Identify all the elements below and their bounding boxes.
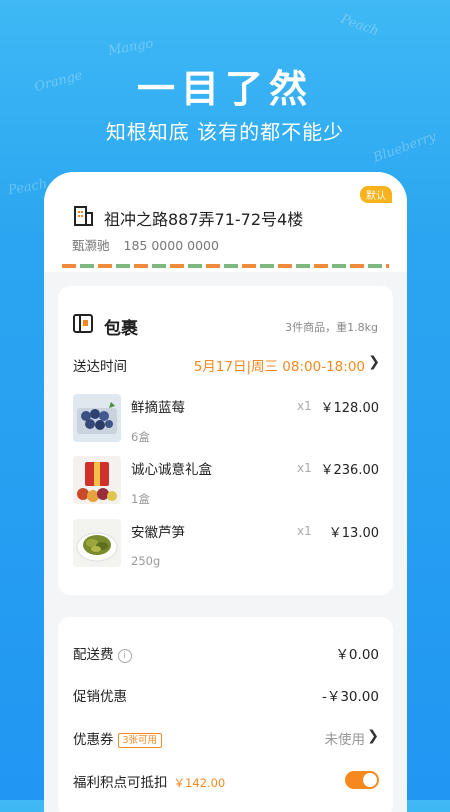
- blueberry-thumbnail: [73, 394, 121, 442]
- item-price: ￥236.00: [320, 463, 380, 478]
- item-spec: 6盒: [131, 430, 150, 444]
- chevron-right-icon[interactable]: ❯: [367, 728, 379, 744]
- package-title: 包裹: [104, 319, 138, 339]
- list-item[interactable]: 安徽芦笋 250g x1 ￥13.00: [73, 519, 379, 571]
- contact-name: 甄灏驰: [72, 238, 110, 253]
- delivery-time[interactable]: 5月17日|周三 08:00-18:00: [194, 355, 365, 375]
- bg-word: Peach: [338, 11, 381, 40]
- fee-card: 配送费 i ￥0.00 促销优惠 -￥30.00 优惠券 3张可用 未使用 ❯ 福利…: [58, 617, 393, 812]
- address-contact: 甄灏驰 185 0000 0000: [72, 235, 229, 254]
- building-icon: [74, 206, 93, 226]
- item-qty: x1: [297, 524, 312, 538]
- address-line: 祖冲之路887弄71-72号4楼: [104, 210, 304, 229]
- coupon-label: 优惠券: [73, 732, 114, 748]
- coupon-value: 未使用: [324, 732, 366, 748]
- coupon-row[interactable]: 优惠券 3张可用 未使用 ❯: [73, 728, 379, 748]
- points-value: ￥142.00: [173, 776, 226, 790]
- item-qty: x1: [297, 399, 312, 413]
- package-icon: [73, 314, 93, 333]
- list-item[interactable]: 鲜摘蓝莓 6盒 x1 ￥128.00: [73, 394, 379, 446]
- item-name: 鲜摘蓝莓: [131, 400, 185, 416]
- points-toggle[interactable]: [345, 771, 379, 789]
- package-card: 包裹 3件商品，重1.8kg 送达时间 5月17日|周三 08:00-18:00…: [58, 286, 393, 595]
- hero-title: 一目了然: [136, 67, 313, 111]
- package-summary: 3件商品，重1.8kg: [285, 321, 378, 334]
- item-qty: x1: [297, 461, 312, 475]
- list-item[interactable]: 诚心诚意礼盒 1盒 x1 ￥236.00: [73, 456, 379, 508]
- shipping-fee-value: ￥0.00: [335, 647, 379, 663]
- item-price: ￥128.00: [320, 401, 380, 416]
- item-spec: 250g: [131, 554, 161, 568]
- promo-row: 促销优惠 -￥30.00: [73, 685, 379, 705]
- coupon-count-tag: 3张可用: [117, 733, 163, 748]
- item-name: 安徽芦笋: [131, 525, 185, 541]
- item-name: 诚心诚意礼盒: [131, 462, 212, 478]
- asparagus-thumbnail: [73, 519, 121, 567]
- chevron-right-icon[interactable]: ❯: [368, 354, 380, 370]
- phone-screen: 默认 祖冲之路887弄71-72号4楼 甄灏驰 185 0000 0000 包裹…: [44, 172, 407, 812]
- bg-word: Mango: [107, 36, 155, 59]
- hero-subtitle: 知根知底 该有的都不能少: [105, 120, 345, 144]
- info-icon[interactable]: i: [117, 649, 132, 663]
- points-label: 福利积点可抵扣: [73, 775, 168, 791]
- bg-word: Peach: [6, 176, 49, 199]
- shipping-fee-row: 配送费 i ￥0.00: [73, 643, 379, 663]
- promo-value: -￥30.00: [321, 689, 379, 705]
- shipping-fee-label: 配送费: [73, 647, 114, 663]
- envelope-stripe: [62, 264, 389, 268]
- delivery-label: 送达时间: [73, 359, 127, 375]
- gift-box-thumbnail: [73, 456, 121, 504]
- address-card[interactable]: 默认 祖冲之路887弄71-72号4楼 甄灏驰 185 0000 0000: [44, 172, 407, 272]
- default-badge: 默认: [360, 186, 392, 203]
- item-price: ￥13.00: [328, 526, 379, 541]
- points-row: 福利积点可抵扣 ￥142.00: [73, 771, 379, 791]
- contact-phone: 185 0000 0000: [123, 238, 219, 253]
- promo-label: 促销优惠: [73, 689, 127, 705]
- item-spec: 1盒: [131, 492, 150, 506]
